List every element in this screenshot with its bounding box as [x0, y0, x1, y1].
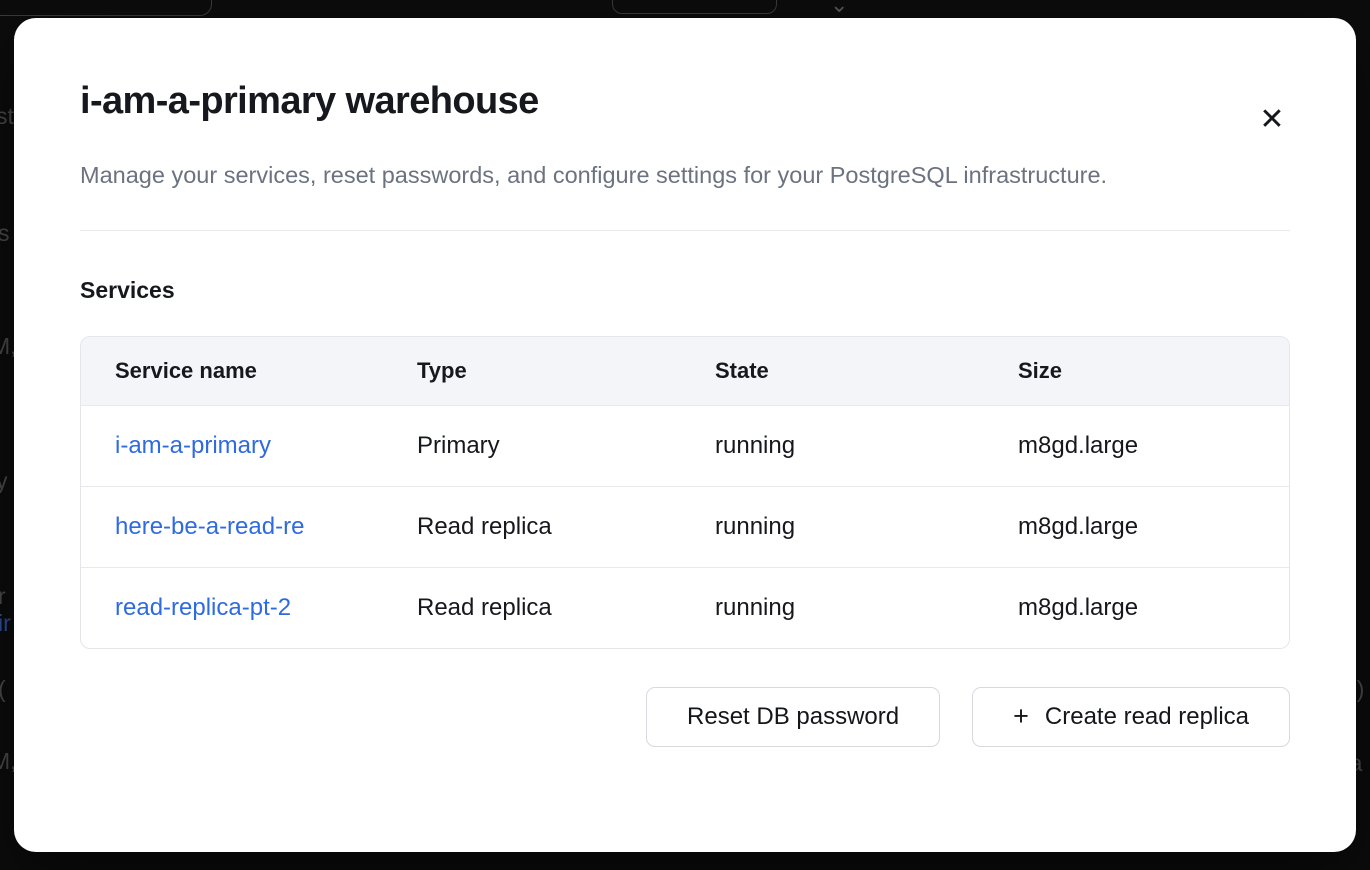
table-row: here-be-a-read-re Read replica running m…: [81, 487, 1289, 568]
background-text-fragment: (: [0, 676, 6, 703]
column-header-service-name: Service name: [81, 337, 383, 406]
service-name-cell: here-be-a-read-re: [81, 487, 383, 568]
service-name-cell: i-am-a-primary: [81, 406, 383, 487]
background-text-fragment: r: [0, 583, 6, 610]
table-row: i-am-a-primary Primary running m8gd.larg…: [81, 406, 1289, 487]
service-type-cell: Read replica: [383, 568, 681, 649]
create-read-replica-label: Create read replica: [1045, 703, 1249, 731]
service-link[interactable]: i-am-a-primary: [115, 432, 271, 459]
warehouse-dialog: i-am-a-primary warehouse ✕ Manage your s…: [14, 18, 1356, 852]
close-icon[interactable]: ✕: [1250, 98, 1294, 142]
create-read-replica-button[interactable]: + Create read replica: [972, 687, 1290, 747]
background-text-fragment: y: [0, 468, 8, 495]
dialog-title: i-am-a-primary warehouse: [80, 80, 1290, 124]
column-header-state: State: [681, 337, 984, 406]
service-type-cell: Read replica: [383, 487, 681, 568]
service-state-cell: running: [681, 406, 984, 487]
background-link-fragment: ir: [0, 610, 11, 637]
dialog-description: Manage your services, reset passwords, a…: [80, 154, 1140, 197]
service-state-cell: running: [681, 487, 984, 568]
table-header-row: Service name Type State Size: [81, 337, 1289, 406]
plus-icon: +: [1013, 703, 1029, 730]
reset-db-password-button[interactable]: Reset DB password: [646, 687, 940, 747]
service-size-cell: m8gd.large: [984, 568, 1289, 649]
background-button-outline: [612, 0, 777, 14]
column-header-size: Size: [984, 337, 1289, 406]
background-input-outline: [0, 0, 212, 16]
background-text-fragment: st: [0, 103, 14, 130]
service-link[interactable]: here-be-a-read-re: [115, 513, 304, 541]
service-name-cell: read-replica-pt-2: [81, 568, 383, 649]
background-text-fragment: s: [0, 220, 10, 247]
table-row: read-replica-pt-2 Read replica running m…: [81, 568, 1289, 649]
service-size-cell: m8gd.large: [984, 406, 1289, 487]
service-size-cell: m8gd.large: [984, 487, 1289, 568]
column-header-type: Type: [383, 337, 681, 406]
service-link[interactable]: read-replica-pt-2: [115, 594, 291, 621]
reset-db-password-label: Reset DB password: [687, 703, 899, 731]
services-heading: Services: [80, 277, 1290, 304]
service-state-cell: running: [681, 568, 984, 649]
dialog-actions: Reset DB password + Create read replica: [80, 687, 1290, 747]
chevron-down-icon: ⌄: [830, 0, 848, 18]
services-table: Service name Type State Size i-am-a-prim…: [80, 336, 1290, 649]
divider: [80, 230, 1290, 231]
service-type-cell: Primary: [383, 406, 681, 487]
